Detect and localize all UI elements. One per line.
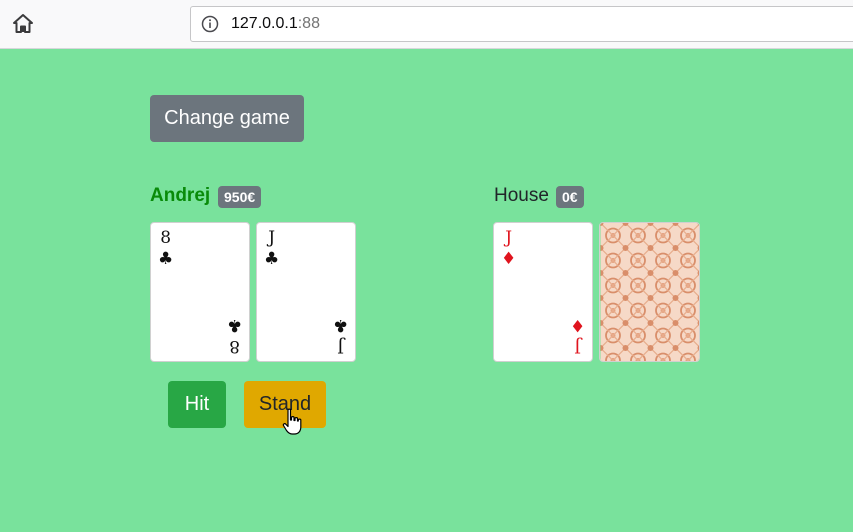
card-corner-top: 8 ♣ bbox=[158, 230, 173, 268]
card-back-pattern bbox=[600, 223, 699, 361]
player-name: Andrej bbox=[150, 185, 211, 206]
hand-cursor-icon bbox=[282, 408, 302, 435]
clubs-icon: ♣ bbox=[332, 315, 348, 335]
card-corner-bottom: J ♦ bbox=[569, 315, 585, 356]
house-card-1: J ♦ J ♦ bbox=[493, 222, 593, 362]
house-name: House bbox=[494, 185, 549, 206]
card-corner-top: J ♦ bbox=[501, 230, 516, 268]
card-rank: 8 bbox=[160, 228, 172, 248]
change-game-button[interactable]: Change game bbox=[150, 95, 304, 142]
player-balance-badge: 950€ bbox=[218, 186, 262, 208]
card-rank: J bbox=[268, 228, 276, 248]
player-card-1: 8 ♣ 8 ♣ bbox=[150, 222, 250, 362]
diamonds-icon: ♦ bbox=[501, 249, 517, 269]
url-host: 127.0.0.1 bbox=[231, 15, 298, 32]
url-text: 127.0.0.1:88 bbox=[231, 15, 320, 33]
card-corner-bottom: J ♣ bbox=[332, 315, 348, 356]
clubs-icon: ♣ bbox=[158, 249, 174, 269]
card-corner-top: J ♣ bbox=[264, 230, 279, 268]
diamonds-icon: ♦ bbox=[569, 315, 585, 335]
card-rank: J bbox=[573, 336, 581, 356]
browser-toolbar: 127.0.0.1:88 bbox=[0, 0, 853, 49]
home-icon[interactable] bbox=[9, 10, 37, 38]
url-port: :88 bbox=[297, 15, 320, 32]
hit-button[interactable]: Hit bbox=[168, 381, 226, 428]
info-icon[interactable] bbox=[201, 15, 219, 33]
url-bar[interactable]: 127.0.0.1:88 bbox=[190, 6, 853, 42]
card-rank: J bbox=[336, 336, 344, 356]
player-card-2: J ♣ J ♣ bbox=[256, 222, 356, 362]
card-rank: 8 bbox=[228, 336, 240, 356]
card-rank: J bbox=[505, 228, 513, 248]
card-corner-bottom: 8 ♣ bbox=[226, 315, 242, 356]
house-card-back bbox=[599, 222, 700, 362]
clubs-icon: ♣ bbox=[264, 249, 280, 269]
clubs-icon: ♣ bbox=[226, 315, 242, 335]
house-balance-badge: 0€ bbox=[556, 186, 584, 208]
